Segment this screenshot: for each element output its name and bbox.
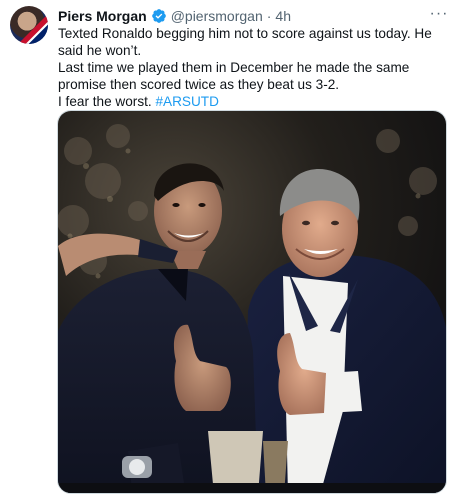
- tweet-text-line: Last time we played them in December he …: [58, 60, 410, 92]
- separator-dot: ·: [266, 8, 272, 24]
- tweet-text-line: Texted Ronaldo begging him not to score …: [58, 26, 432, 58]
- flag-icon: [10, 6, 48, 44]
- tweet-text-line: I fear the worst. #ARSUTD: [58, 93, 448, 110]
- tweet: Piers Morgan @piersmorgan · 4h ··· Texte…: [0, 0, 460, 500]
- hashtag-link[interactable]: #ARSUTD: [155, 94, 218, 109]
- tweet-photo[interactable]: [57, 110, 447, 494]
- author-handle[interactable]: @piersmorgan: [171, 8, 263, 24]
- avatar[interactable]: [10, 6, 48, 44]
- more-options-icon[interactable]: ···: [428, 5, 450, 23]
- tweet-text: Texted Ronaldo begging him not to score …: [58, 25, 448, 110]
- tweet-text-span: I fear the worst.: [58, 94, 156, 109]
- verified-badge-icon: [151, 9, 166, 23]
- author-name[interactable]: Piers Morgan: [58, 8, 147, 24]
- photo-illustration: [58, 111, 446, 493]
- timestamp[interactable]: 4h: [275, 8, 291, 24]
- tweet-header: Piers Morgan @piersmorgan · 4h: [58, 7, 291, 25]
